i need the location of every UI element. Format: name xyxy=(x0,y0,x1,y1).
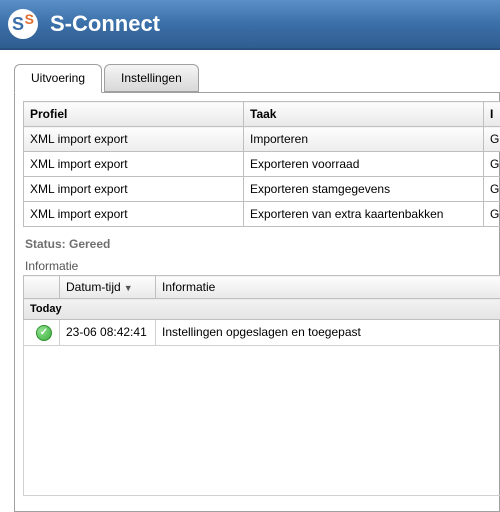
tasks-table: Profiel Taak I XML import export Importe… xyxy=(23,101,500,227)
col-task[interactable]: Taak xyxy=(244,102,484,127)
col-datetime[interactable]: Datum-tijd▼ xyxy=(60,276,156,299)
table-row[interactable]: XML import export Exporteren van extra k… xyxy=(24,202,500,227)
app-header: S-Connect xyxy=(0,0,500,50)
content-area: Uitvoering Instellingen Profiel Taak I X… xyxy=(0,50,500,512)
table-row[interactable]: XML import export Importeren G xyxy=(24,127,500,152)
success-icon xyxy=(36,325,52,341)
app-title: S-Connect xyxy=(50,11,160,37)
col-profile[interactable]: Profiel xyxy=(24,102,244,127)
table-row[interactable]: XML import export Exporteren stamgegeven… xyxy=(24,177,500,202)
app-logo xyxy=(8,9,38,39)
col-info[interactable]: Informatie xyxy=(156,276,500,299)
tab-bar: Uitvoering Instellingen xyxy=(14,64,500,92)
table-row[interactable]: XML import export Exporteren voorraad G xyxy=(24,152,500,177)
status-label: Status: Gereed xyxy=(25,237,499,251)
group-row-today[interactable]: Today xyxy=(24,299,500,320)
col-3[interactable]: I xyxy=(484,102,500,127)
info-section-label: Informatie xyxy=(25,259,499,273)
col-icon[interactable] xyxy=(24,276,60,299)
blank-area xyxy=(24,345,500,495)
log-row[interactable]: 23-06 08:42:41 Instellingen opgeslagen e… xyxy=(24,320,500,346)
tab-execution[interactable]: Uitvoering xyxy=(14,64,102,93)
tab-settings[interactable]: Instellingen xyxy=(104,64,199,92)
execution-panel: Profiel Taak I XML import export Importe… xyxy=(14,92,500,512)
sort-desc-icon: ▼ xyxy=(124,283,133,293)
info-table: Datum-tijd▼ Informatie Today 23-06 08:42… xyxy=(23,275,500,496)
